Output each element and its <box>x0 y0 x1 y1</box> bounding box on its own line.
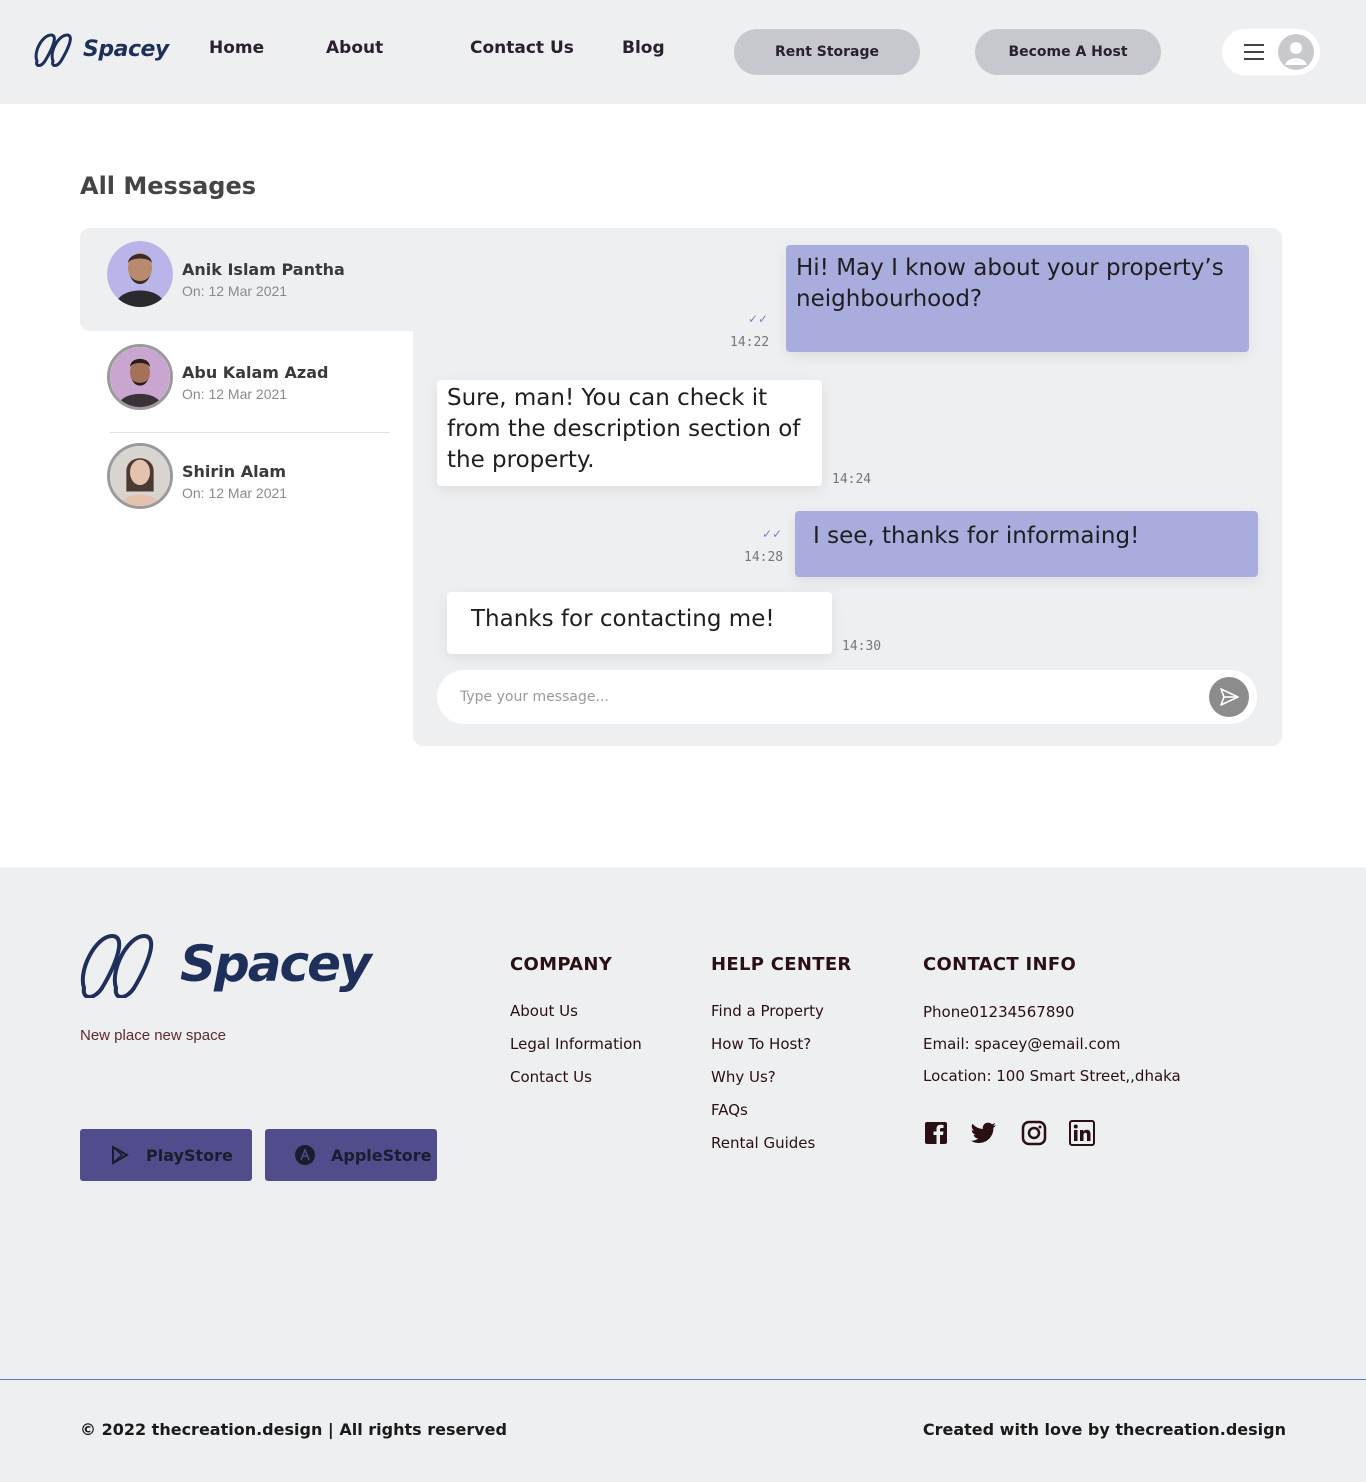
contact-phone: Phone01234567890 <box>923 1003 1075 1021</box>
message-composer <box>437 670 1257 724</box>
app-store-icon <box>293 1143 317 1167</box>
message-bubble-outgoing: Hi! May I know about your property’s nei… <box>786 245 1249 352</box>
contact-name: Abu Kalam Azad <box>182 363 329 382</box>
contact-date: On: 12 Mar 2021 <box>182 386 288 402</box>
footer-link-about-us[interactable]: About Us <box>510 1002 578 1020</box>
become-host-button[interactable]: Become A Host <box>975 29 1161 75</box>
chat-thread: ✓✓ 14:22 Hi! May I know about your prope… <box>413 228 1282 746</box>
site-footer: Spacey New place new space PlayStore App… <box>0 867 1366 1482</box>
contact-item[interactable]: Anik Islam Pantha On: 12 Mar 2021 <box>80 228 413 331</box>
user-avatar-icon <box>1278 34 1314 70</box>
avatar <box>107 241 173 307</box>
brand-name: Spacey <box>83 36 169 62</box>
credit-text: Created with love by thecreation.design <box>922 1420 1286 1439</box>
footer-link-faqs[interactable]: FAQs <box>711 1101 748 1119</box>
footer-link-how-to-host[interactable]: How To Host? <box>711 1035 811 1053</box>
brand-logo[interactable]: Spacey <box>33 31 169 67</box>
nav-home[interactable]: Home <box>209 38 264 58</box>
copyright-text: © 2022 thecreation.design | All rights r… <box>80 1420 507 1439</box>
messages-panel: ✓✓ 14:22 Hi! May I know about your prope… <box>80 228 1282 746</box>
user-menu-button[interactable] <box>1222 29 1320 75</box>
facebook-icon[interactable] <box>923 1120 949 1146</box>
help-center-heading: HELP CENTER <box>711 954 852 975</box>
playstore-button[interactable]: PlayStore <box>80 1129 252 1181</box>
twitter-icon[interactable] <box>971 1120 997 1146</box>
site-header: Spacey Home About Contact Us Blog Rent S… <box>0 0 1366 104</box>
company-heading: COMPANY <box>510 954 613 975</box>
message-input[interactable] <box>460 685 1200 709</box>
message-time: 14:22 <box>730 335 770 350</box>
footer-link-why-us[interactable]: Why Us? <box>711 1068 776 1086</box>
rent-storage-button[interactable]: Rent Storage <box>734 29 920 75</box>
footer-divider <box>0 1379 1366 1380</box>
avatar <box>107 443 173 509</box>
contact-email: Email: spacey@email.com <box>923 1035 1121 1053</box>
hamburger-icon <box>1244 44 1264 60</box>
contact-name: Anik Islam Pantha <box>182 260 345 279</box>
contact-item[interactable]: Abu Kalam Azad On: 12 Mar 2021 <box>80 331 413 434</box>
send-button[interactable] <box>1209 677 1249 717</box>
footer-link-find-property[interactable]: Find a Property <box>711 1002 824 1020</box>
avatar <box>107 344 173 410</box>
message-time: 14:24 <box>832 472 872 487</box>
message-bubble-incoming: Thanks for contacting me! <box>447 592 832 654</box>
footer-link-rental-guides[interactable]: Rental Guides <box>711 1134 815 1152</box>
footer-link-contact-us[interactable]: Contact Us <box>510 1068 592 1086</box>
send-icon <box>1220 688 1239 706</box>
play-icon <box>108 1143 132 1167</box>
applestore-label: AppleStore <box>331 1145 432 1165</box>
contact-info-heading: CONTACT INFO <box>923 954 1077 975</box>
contact-location: Location: 100 Smart Street,,dhaka <box>923 1067 1181 1085</box>
read-receipt-icon: ✓✓ <box>762 527 783 541</box>
nav-blog[interactable]: Blog <box>622 38 665 58</box>
footer-brand-name: Spacey <box>180 935 372 993</box>
footer-brand-logo[interactable]: Spacey <box>78 930 372 998</box>
contact-date: On: 12 Mar 2021 <box>182 283 288 299</box>
playstore-label: PlayStore <box>146 1145 233 1165</box>
contact-name: Shirin Alam <box>182 462 287 481</box>
linkedin-icon[interactable] <box>1069 1120 1095 1146</box>
nav-contact-us[interactable]: Contact Us <box>470 38 574 58</box>
tagline: New place new space <box>80 1027 226 1044</box>
message-time: 14:30 <box>842 639 882 654</box>
instagram-icon[interactable] <box>1021 1120 1047 1146</box>
applestore-button[interactable]: AppleStore <box>265 1129 437 1181</box>
nav-about[interactable]: About <box>326 38 383 58</box>
read-receipt-icon: ✓✓ <box>748 312 769 326</box>
message-time: 14:28 <box>744 550 784 565</box>
contact-date: On: 12 Mar 2021 <box>182 485 288 501</box>
message-bubble-outgoing: I see, thanks for informaing! <box>795 511 1258 577</box>
contact-item[interactable]: Shirin Alam On: 12 Mar 2021 <box>80 430 413 533</box>
message-bubble-incoming: Sure, man! You can check it from the des… <box>437 380 822 486</box>
footer-link-legal[interactable]: Legal Information <box>510 1035 642 1053</box>
logo-mark-icon <box>80 933 154 998</box>
logo-mark-icon <box>34 33 72 67</box>
page-title: All Messages <box>80 172 257 200</box>
contact-list: Anik Islam Pantha On: 12 Mar 2021 Abu Ka… <box>80 228 413 537</box>
